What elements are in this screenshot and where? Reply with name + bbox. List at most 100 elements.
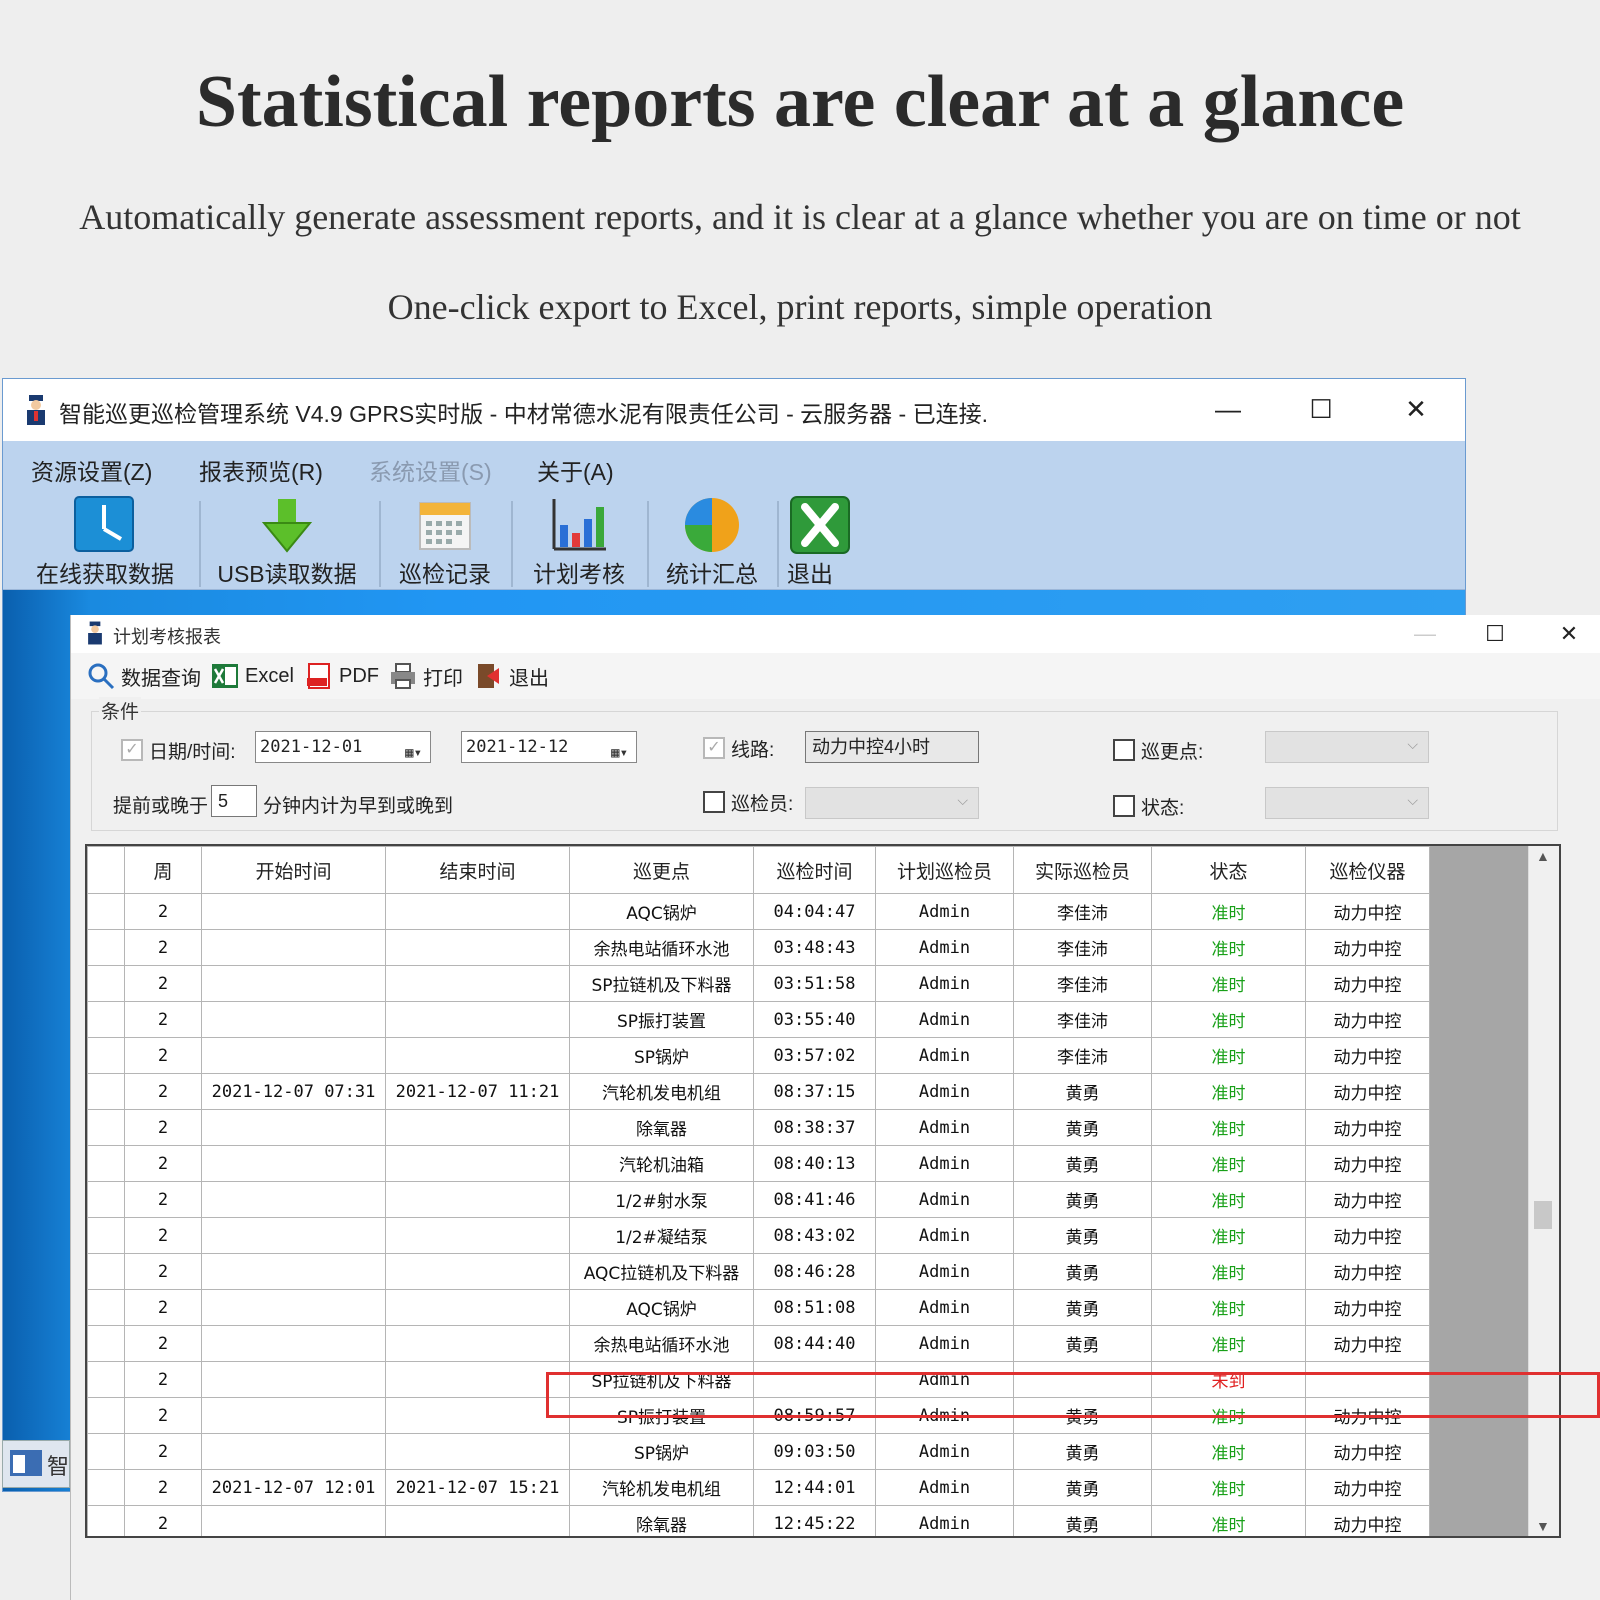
table-row[interactable]: 2 SP锅炉 09:03:50 Admin 黄勇 准时 动力中控 bbox=[87, 1433, 1430, 1470]
row-header-cell[interactable] bbox=[87, 1181, 125, 1218]
column-header[interactable]: 计划巡检员 bbox=[875, 846, 1014, 894]
table-row[interactable]: 2 汽轮机油箱 08:40:13 Admin 黄勇 准时 动力中控 bbox=[87, 1145, 1430, 1182]
row-header-cell[interactable] bbox=[87, 965, 125, 1002]
inspector-checkbox[interactable] bbox=[703, 791, 725, 813]
pie-chart-icon bbox=[685, 498, 739, 552]
scroll-thumb[interactable] bbox=[1534, 1201, 1552, 1229]
table-row[interactable]: 2 SP振打装置 03:55:40 Admin 李佳沛 准时 动力中控 bbox=[87, 1001, 1430, 1038]
row-header-cell[interactable] bbox=[87, 1289, 125, 1326]
vertical-scrollbar[interactable]: ▲ ▼ bbox=[1528, 846, 1559, 1536]
menu-report-preview[interactable]: 报表预览(R) bbox=[199, 453, 323, 487]
inspector-select[interactable]: ⌵ bbox=[805, 787, 979, 819]
date-from-picker[interactable]: 2021-12-01 ▦▾ bbox=[255, 731, 431, 763]
table-row[interactable]: 2 除氧器 12:45:22 Admin 黄勇 准时 动力中控 bbox=[87, 1505, 1430, 1536]
cell-time: 04:04:47 bbox=[753, 893, 876, 930]
online-fetch-button[interactable]: 在线获取数据 bbox=[25, 493, 185, 589]
report-close-button[interactable]: ✕ bbox=[1551, 619, 1587, 649]
calendar-dropdown-icon: ▦▾ bbox=[405, 745, 422, 761]
point-checkbox[interactable] bbox=[1113, 739, 1135, 761]
row-header-cell[interactable] bbox=[87, 1433, 125, 1470]
table-row[interactable]: 2 余热电站循环水池 08:44:40 Admin 黄勇 准时 动力中控 bbox=[87, 1325, 1430, 1362]
cell-end bbox=[385, 1397, 570, 1434]
cell-device: 动力中控 bbox=[1305, 1217, 1430, 1254]
row-header-cell[interactable] bbox=[87, 1397, 125, 1434]
menu-about[interactable]: 关于(A) bbox=[537, 453, 614, 487]
maximize-button[interactable]: ☐ bbox=[1301, 391, 1341, 427]
cell-status: 准时 bbox=[1151, 1109, 1306, 1146]
date-checkbox[interactable]: ✓ bbox=[121, 739, 143, 761]
report-minimize-button[interactable]: — bbox=[1407, 619, 1443, 649]
table-row[interactable]: 2 SP锅炉 03:57:02 Admin 李佳沛 准时 动力中控 bbox=[87, 1037, 1430, 1074]
report-maximize-button[interactable]: ☐ bbox=[1477, 619, 1513, 649]
status-select[interactable]: ⌵ bbox=[1265, 787, 1429, 819]
table-row[interactable]: 2 2021-12-07 07:31 2021-12-07 11:21 汽轮机发电机组… bbox=[87, 1073, 1430, 1110]
row-header-cell[interactable] bbox=[87, 1109, 125, 1146]
table-row[interactable]: 2 余热电站循环水池 03:48:43 Admin 李佳沛 准时 动力中控 bbox=[87, 929, 1430, 966]
chevron-down-icon: ⌵ bbox=[957, 792, 968, 808]
print-button[interactable]: 打印 bbox=[389, 661, 463, 691]
column-header[interactable]: 开始时间 bbox=[201, 846, 386, 894]
cell-actual: 李佳沛 bbox=[1013, 965, 1152, 1002]
usb-read-button[interactable]: USB读取数据 bbox=[209, 493, 365, 589]
early-minutes-input[interactable]: 5 bbox=[211, 785, 257, 817]
cell-point: 汽轮机油箱 bbox=[569, 1145, 754, 1182]
table-row[interactable]: 2 1/2#射水泵 08:41:46 Admin 黄勇 准时 动力中控 bbox=[87, 1181, 1430, 1218]
menu-system-settings[interactable]: 系统设置(S) bbox=[369, 453, 492, 487]
point-select[interactable]: ⌵ bbox=[1265, 731, 1429, 763]
query-button[interactable]: 数据查询 bbox=[87, 661, 201, 691]
column-header[interactable]: 周 bbox=[124, 846, 202, 894]
row-header-cell[interactable] bbox=[87, 1145, 125, 1182]
cell-point: 除氧器 bbox=[569, 1505, 754, 1536]
row-header-cell[interactable] bbox=[87, 1253, 125, 1290]
cell-end bbox=[385, 1181, 570, 1218]
route-checkbox[interactable]: ✓ bbox=[703, 737, 725, 759]
row-header-cell[interactable] bbox=[87, 1505, 125, 1536]
exit-button[interactable]: 退出 bbox=[787, 493, 853, 589]
column-header[interactable]: 巡检时间 bbox=[753, 846, 876, 894]
inspection-record-button[interactable]: 巡检记录 bbox=[389, 493, 501, 589]
cell-start bbox=[201, 1217, 386, 1254]
date-to-picker[interactable]: 2021-12-12 ▦▾ bbox=[461, 731, 637, 763]
column-header[interactable]: 结束时间 bbox=[385, 846, 570, 894]
row-header-cell[interactable] bbox=[87, 1001, 125, 1038]
menu-resource-settings[interactable]: 资源设置(Z) bbox=[31, 453, 152, 487]
column-header[interactable]: 巡检仪器 bbox=[1305, 846, 1430, 894]
table-row[interactable]: 2 2021-12-07 12:01 2021-12-07 15:21 汽轮机发电机组… bbox=[87, 1469, 1430, 1506]
cell-start bbox=[201, 1181, 386, 1218]
table-row[interactable]: 2 除氧器 08:38:37 Admin 黄勇 准时 动力中控 bbox=[87, 1109, 1430, 1146]
table-row[interactable]: 2 AQC拉链机及下料器 08:46:28 Admin 黄勇 准时 动力中控 bbox=[87, 1253, 1430, 1290]
cell-end bbox=[385, 1253, 570, 1290]
status-checkbox[interactable] bbox=[1113, 795, 1135, 817]
column-header[interactable]: 实际巡检员 bbox=[1013, 846, 1152, 894]
export-excel-button[interactable]: Excel bbox=[211, 661, 294, 691]
report-exit-button[interactable]: 退出 bbox=[475, 661, 549, 691]
cell-plan: Admin bbox=[875, 1181, 1014, 1218]
scroll-up-icon[interactable]: ▲ bbox=[1536, 848, 1550, 864]
cell-status: 准时 bbox=[1151, 1037, 1306, 1074]
table-row[interactable]: 2 SP拉链机及下料器 03:51:58 Admin 李佳沛 准时 动力中控 bbox=[87, 965, 1430, 1002]
cell-plan: Admin bbox=[875, 1325, 1014, 1362]
table-row[interactable]: 2 AQC锅炉 08:51:08 Admin 黄勇 准时 动力中控 bbox=[87, 1289, 1430, 1326]
toolbar-divider bbox=[511, 501, 513, 587]
cell-status: 准时 bbox=[1151, 1001, 1306, 1038]
close-button[interactable]: ✕ bbox=[1396, 391, 1436, 427]
row-header-cell[interactable] bbox=[87, 1037, 125, 1074]
row-header-cell[interactable] bbox=[87, 929, 125, 966]
row-header-cell[interactable] bbox=[87, 1073, 125, 1110]
column-header[interactable]: 巡更点 bbox=[569, 846, 754, 894]
row-header-cell[interactable] bbox=[87, 1469, 125, 1506]
table-row[interactable]: 2 1/2#凝结泵 08:43:02 Admin 黄勇 准时 动力中控 bbox=[87, 1217, 1430, 1254]
route-field[interactable]: 动力中控4小时 bbox=[805, 731, 979, 763]
taskbar-thumbnail[interactable]: 智 bbox=[2, 1440, 70, 1488]
statistics-summary-button[interactable]: 统计汇总 bbox=[657, 493, 767, 589]
minimize-button[interactable]: — bbox=[1208, 391, 1248, 427]
scroll-down-icon[interactable]: ▼ bbox=[1536, 1518, 1550, 1534]
row-header-cell[interactable] bbox=[87, 893, 125, 930]
column-header[interactable]: 状态 bbox=[1151, 846, 1306, 894]
row-header-cell[interactable] bbox=[87, 1217, 125, 1254]
row-header-cell[interactable] bbox=[87, 1361, 125, 1398]
plan-assessment-button[interactable]: 计划考核 bbox=[521, 493, 637, 589]
row-header-cell[interactable] bbox=[87, 1325, 125, 1362]
export-pdf-button[interactable]: PDF bbox=[305, 661, 379, 691]
table-row[interactable]: 2 AQC锅炉 04:04:47 Admin 李佳沛 准时 动力中控 bbox=[87, 893, 1430, 930]
